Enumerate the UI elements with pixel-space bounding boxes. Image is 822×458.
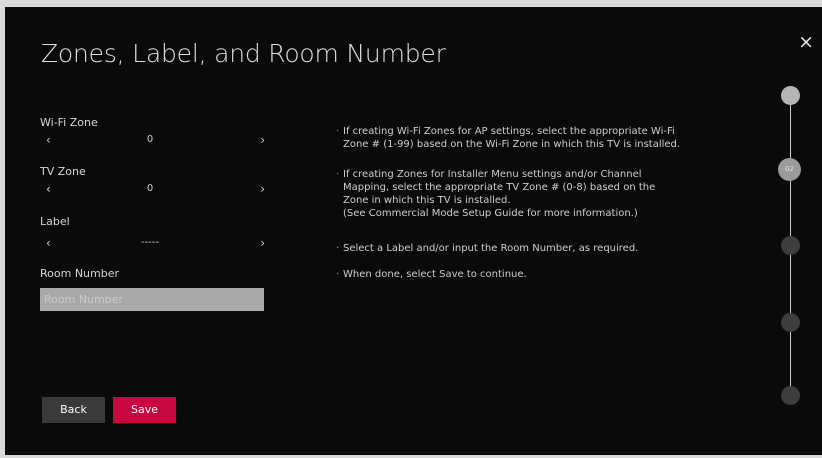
wifi-zone-selector[interactable]: ‹ 0 › (40, 133, 265, 147)
bullet: · (336, 126, 340, 137)
step-2-indicator: 02 (778, 158, 801, 181)
bullet: · (336, 169, 340, 180)
setup-screen: Zones, Label, and Room Number × Wi-Fi Zo… (5, 7, 822, 455)
step-4-indicator (781, 313, 800, 332)
label-selector[interactable]: ‹ ----- › (40, 236, 265, 250)
help-item-label: · Select a Label and/or input the Room Nu… (336, 242, 638, 255)
bullet: · (336, 269, 340, 280)
help-line: Zone # (1-99) based on the Wi-Fi Zone in… (343, 139, 681, 150)
help-line: Zone in which this TV is installed. (343, 195, 511, 206)
tv-zone-value: 0 (146, 183, 154, 194)
help-line: When done, select Save to continue. (343, 269, 527, 280)
step-3-indicator (781, 236, 800, 255)
step-1-indicator (781, 86, 800, 105)
wifi-zone-label: Wi-Fi Zone (40, 116, 98, 129)
wifi-zone-next-icon[interactable]: › (260, 133, 265, 147)
help-item-tv-zone: · If creating Zones for Installer Menu se… (336, 168, 655, 220)
save-button[interactable]: Save (113, 397, 176, 423)
label-next-icon[interactable]: › (260, 236, 265, 250)
step-5-indicator (781, 386, 800, 405)
close-icon[interactable]: × (798, 33, 814, 52)
help-line: Select a Label and/or input the Room Num… (343, 243, 639, 254)
bullet: · (336, 243, 340, 254)
room-number-label: Room Number (40, 267, 120, 280)
page-title: Zones, Label, and Room Number (41, 39, 446, 68)
help-item-wifi-zone: · If creating Wi-Fi Zones for AP settings… (336, 125, 680, 151)
label-field-label: Label (40, 215, 70, 228)
help-line: Mapping, select the appropriate TV Zone … (343, 182, 656, 193)
back-button[interactable]: Back (42, 397, 105, 423)
label-value: ----- (140, 237, 160, 248)
room-number-input[interactable]: Room Number (40, 288, 264, 311)
help-line: If creating Zones for Installer Menu set… (343, 169, 642, 180)
tv-zone-selector[interactable]: ‹ 0 › (40, 182, 265, 196)
tv-zone-label: TV Zone (40, 165, 86, 178)
wifi-zone-value: 0 (146, 134, 154, 145)
help-line: If creating Wi-Fi Zones for AP settings,… (343, 126, 675, 137)
help-line: (See Commercial Mode Setup Guide for mor… (343, 208, 638, 219)
tv-zone-next-icon[interactable]: › (260, 182, 265, 196)
help-item-save: · When done, select Save to continue. (336, 268, 527, 281)
